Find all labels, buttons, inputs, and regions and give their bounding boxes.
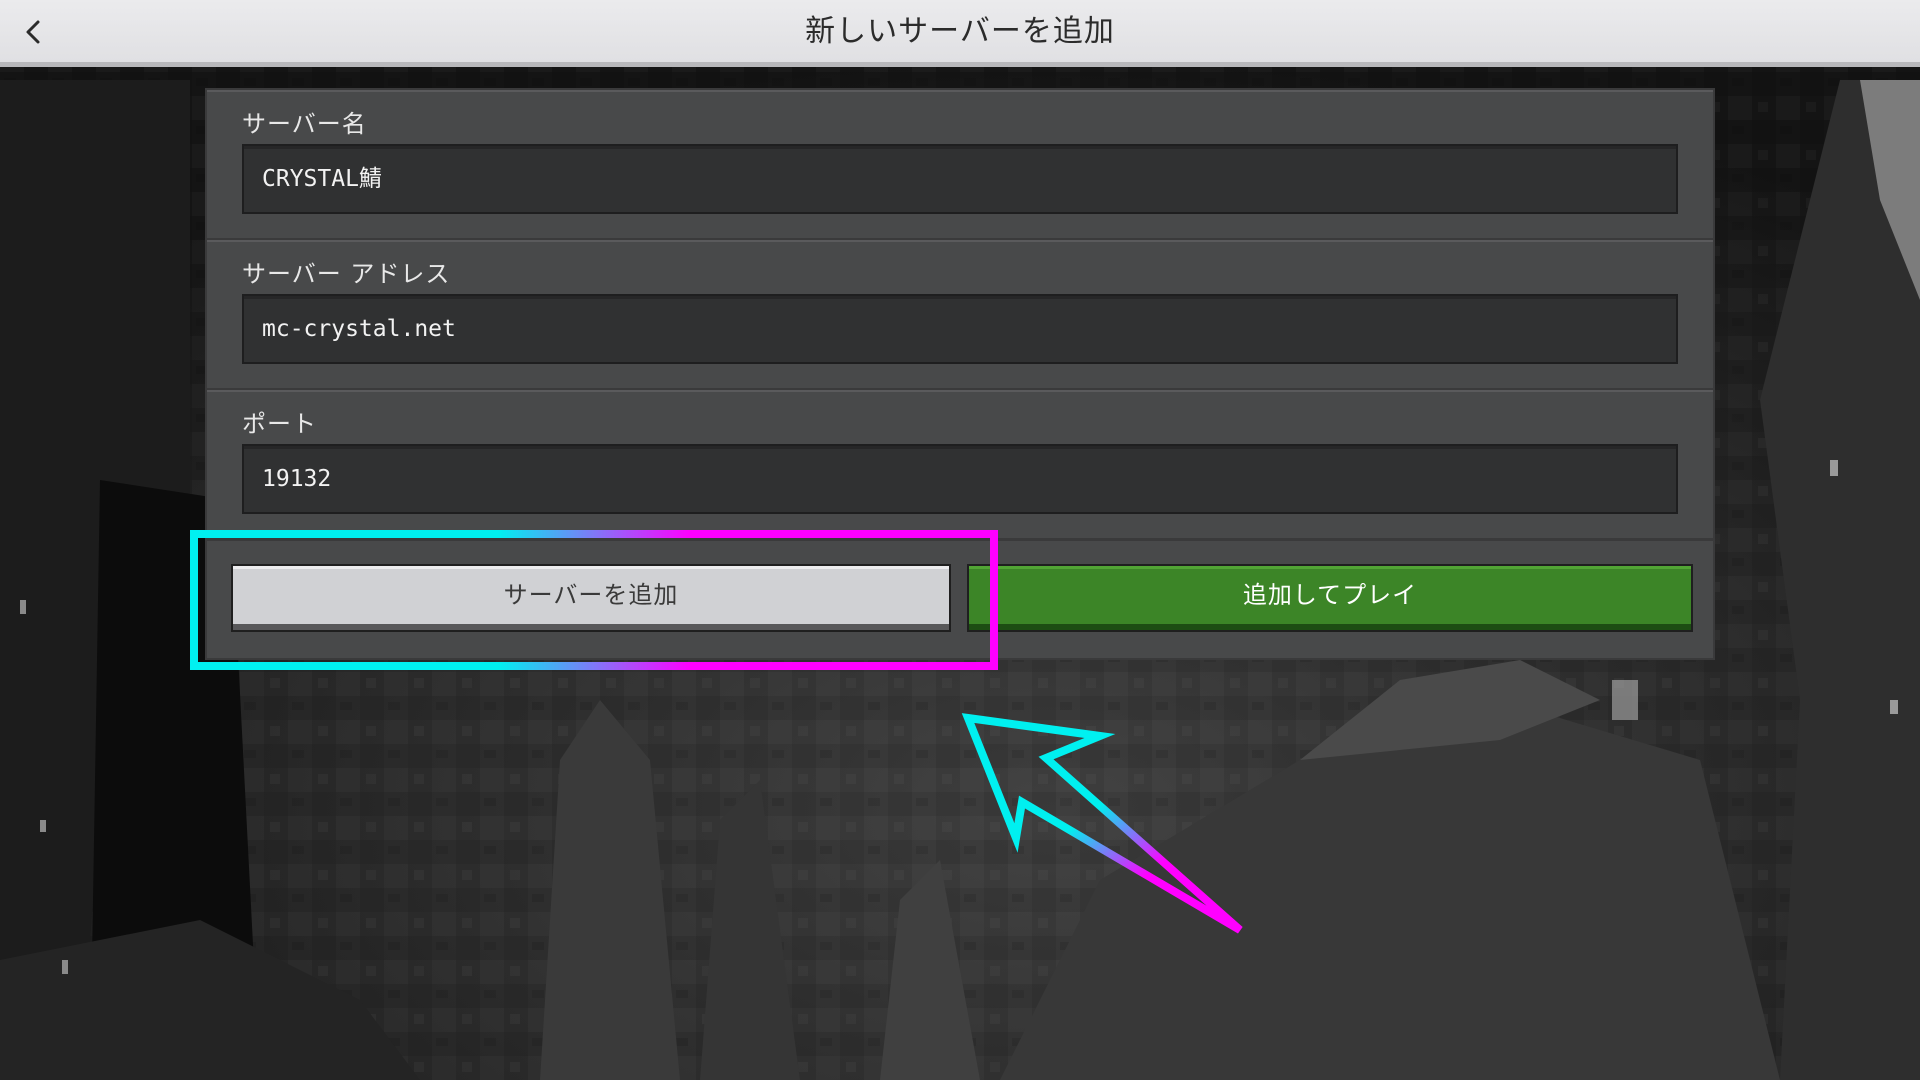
- port-section: ポート 19132: [207, 390, 1713, 541]
- server-name-input[interactable]: CRYSTAL鯖: [242, 144, 1678, 214]
- port-label: ポート: [242, 410, 317, 438]
- add-server-form: サーバー名 CRYSTAL鯖 サーバー アドレス mc-crystal.net …: [205, 88, 1715, 660]
- app-screen: 新しいサーバーを追加 サーバー名 CRYSTAL鯖 サーバー アドレス mc-c…: [0, 0, 1920, 1080]
- title-bar: 新しいサーバーを追加: [0, 0, 1920, 67]
- button-row: サーバーを追加 追加してプレイ: [207, 540, 1713, 658]
- server-name-section: サーバー名 CRYSTAL鯖: [207, 90, 1713, 241]
- add-and-play-button[interactable]: 追加してプレイ: [967, 564, 1693, 632]
- server-address-input[interactable]: mc-crystal.net: [242, 294, 1678, 364]
- port-input[interactable]: 19132: [242, 444, 1678, 514]
- add-server-button[interactable]: サーバーを追加: [231, 564, 951, 632]
- page-title: 新しいサーバーを追加: [805, 14, 1115, 49]
- server-name-label: サーバー名: [242, 110, 367, 138]
- server-address-label: サーバー アドレス: [242, 260, 451, 288]
- server-address-section: サーバー アドレス mc-crystal.net: [207, 240, 1713, 391]
